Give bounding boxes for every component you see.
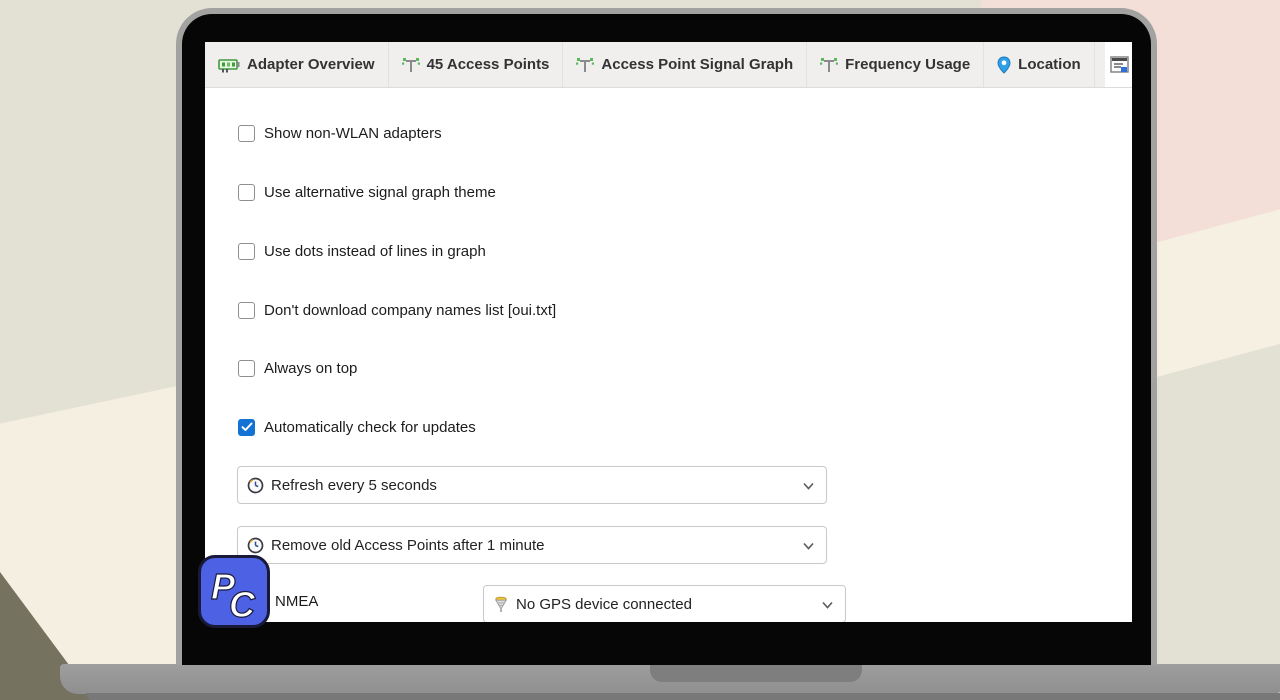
tab-access-points[interactable]: 45 Access Points	[389, 42, 564, 87]
tab-label: Adapter Overview	[247, 56, 375, 73]
tab-adapter-overview[interactable]: Adapter Overview	[205, 42, 389, 87]
dropdown-value: Remove old Access Points after 1 minute	[271, 536, 545, 554]
checkbox-dots-in-graph[interactable]	[238, 242, 255, 260]
option-row: Automatically check for updates	[238, 416, 476, 438]
checkbox-always-on-top[interactable]	[238, 359, 255, 377]
checkbox-label: Automatically check for updates	[264, 418, 476, 436]
pc-logo-icon: P C	[210, 565, 256, 623]
laptop-hinge-notch	[650, 664, 862, 682]
antenna-icon	[576, 57, 595, 72]
checkbox-label: Don't download company names list [oui.t…	[264, 301, 557, 319]
option-row: Use dots instead of lines in graph	[238, 240, 486, 262]
dropdown-gps-device[interactable]: No GPS device connected	[483, 585, 846, 622]
option-row: Use alternative signal graph theme	[238, 181, 496, 203]
tab-label: 45 Access Points	[426, 56, 550, 73]
location-pin-icon	[997, 56, 1011, 74]
network-adapter-icon	[218, 58, 240, 72]
laptop-base-bottom-edge	[86, 693, 1280, 700]
tab-options-partial[interactable]	[1105, 42, 1132, 87]
option-row: Show non-WLAN adapters	[238, 122, 442, 144]
tab-frequency-usage[interactable]: Frequency Usage	[807, 42, 985, 87]
tab-bar: Adapter Overview 45 Access Points Access…	[205, 42, 1132, 88]
options-window-icon	[1110, 55, 1129, 73]
tab-label: Location	[1018, 56, 1081, 73]
dropdown-refresh-interval[interactable]: Refresh every 5 seconds	[237, 466, 827, 504]
checkbox-label: Show non-WLAN adapters	[264, 124, 442, 142]
dropdown-remove-old-aps[interactable]: Remove old Access Points after 1 minute	[237, 526, 827, 564]
tab-label: Access Point Signal Graph	[601, 56, 794, 73]
checkbox-alt-graph-theme[interactable]	[238, 183, 255, 201]
tab-label: Frequency Usage	[845, 56, 971, 73]
antenna-icon	[820, 57, 839, 72]
option-row: Always on top	[238, 357, 357, 379]
chevron-down-icon	[803, 542, 814, 550]
clock-icon	[247, 537, 264, 553]
badge-letter-c: C	[229, 584, 256, 623]
nmea-label: NMEA	[275, 593, 319, 610]
antenna-icon	[401, 57, 420, 72]
laptop-screen: Adapter Overview 45 Access Points Access…	[205, 42, 1132, 622]
check-icon	[241, 422, 252, 431]
checkbox-label: Always on top	[264, 359, 358, 377]
clock-icon	[247, 477, 264, 493]
tab-location[interactable]: Location	[984, 42, 1095, 87]
gps-antenna-icon	[495, 596, 507, 612]
checkbox-auto-check-updates[interactable]	[238, 418, 255, 436]
checkbox-label: Use alternative signal graph theme	[264, 183, 496, 201]
checkbox-show-non-wlan[interactable]	[238, 124, 255, 142]
option-row: Don't download company names list [oui.t…	[238, 299, 556, 321]
chevron-down-icon	[803, 482, 814, 490]
tab-signal-graph[interactable]: Access Point Signal Graph	[563, 42, 808, 87]
pc-logo-badge: P C	[198, 555, 270, 628]
dropdown-value: No GPS device connected	[516, 595, 692, 613]
chevron-down-icon	[822, 601, 833, 609]
checkbox-label: Use dots instead of lines in graph	[264, 242, 486, 260]
dropdown-value: Refresh every 5 seconds	[271, 476, 437, 494]
checkbox-no-oui-download[interactable]	[238, 301, 255, 319]
